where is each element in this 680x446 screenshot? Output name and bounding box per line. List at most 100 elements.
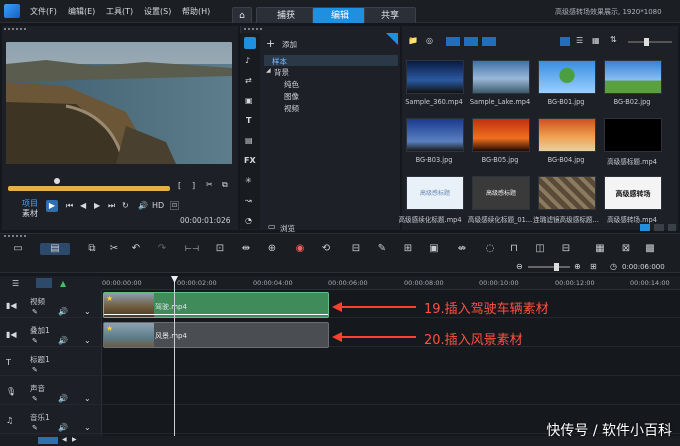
mode-clip[interactable]: 素材 [22,208,38,219]
hd-button[interactable]: HD [152,201,164,210]
tree-item-sample[interactable]: 样本 [272,56,287,67]
panel-option-icon[interactable] [640,224,650,231]
goto-end-icon[interactable]: ⏭ [108,201,115,211]
tree-item-background[interactable]: 背景 [274,67,289,78]
show-audio-icon[interactable] [482,37,496,46]
motion-tracking-icon[interactable]: ⊕ [266,243,278,255]
edit-icon[interactable]: ✎ [32,424,38,432]
prev-frame-icon[interactable]: ◀ [80,201,86,210]
mask-creator-icon[interactable]: ✎ [376,243,388,255]
thumb-title-variant[interactable]: 高级感标题 [406,176,464,210]
thumb-filter-title[interactable] [538,176,596,210]
track-name-overlay[interactable]: 叠加1 [30,325,50,336]
track-name-voice[interactable]: 声音 [30,383,45,394]
panel-grip-timeline[interactable] [4,235,28,237]
fit-timeline-icon[interactable]: ⊞ [590,262,597,271]
menu-help[interactable]: 帮助(H) [182,6,210,17]
thumb-title-advanced[interactable] [604,118,662,152]
graphics-icon[interactable]: ▣ [245,96,253,105]
redo-icon[interactable]: ↷ [156,243,168,255]
tree-item-video[interactable]: 视频 [284,103,299,114]
detail-view-icon[interactable]: ▦ [592,36,600,45]
browse-icon[interactable]: ▭ [268,222,276,231]
speed-icon[interactable]: ◔ [245,216,252,225]
thumb-bg-b03[interactable] [406,118,464,152]
path-icon[interactable]: ✳ [245,176,252,185]
zoom-out-icon[interactable]: ⊖ [516,262,523,271]
project-duration[interactable]: 0:00:06:000 [622,263,665,271]
zoom-in-icon[interactable]: ⊕ [574,262,581,271]
panel-option-icon[interactable] [668,224,676,231]
next-frame-icon[interactable]: ▶ [94,201,100,210]
record-capture-icon[interactable]: ⊢⊣ [182,243,202,255]
dropdown-icon[interactable]: ⌄ [84,423,91,432]
home-tab[interactable]: ⌂ [232,7,252,23]
stabilize-icon[interactable]: ⊠ [620,243,632,255]
cut-icon[interactable]: ✂ [206,180,213,189]
folder-icon[interactable]: 📁 [408,36,418,45]
clip-overlay-scenery[interactable]: ★ [103,322,329,348]
scroll-right-icon[interactable]: ▶ [72,436,77,443]
split-screen-icon[interactable]: ▣ [428,243,440,255]
track-visible-icon[interactable] [36,278,52,288]
track-name-music[interactable]: 音乐1 [30,412,50,423]
timeline-view-icon[interactable]: ▤ [40,243,70,255]
dropdown-icon[interactable]: ⌄ [84,394,91,403]
menu-file[interactable]: 文件(F) [30,6,57,17]
edit-icon[interactable]: ✎ [32,395,38,403]
thumb-size-slider[interactable] [628,41,672,43]
snap-icon[interactable]: ▦ [594,243,606,255]
title-icon[interactable]: T [246,116,251,125]
fit-project-icon[interactable]: ◫ [534,243,546,255]
menu-settings[interactable]: 设置(S) [144,6,171,17]
mixer-icon[interactable]: ⊡ [214,243,226,255]
media-icon[interactable] [244,37,256,49]
track-name-title[interactable]: 标题1 [30,354,50,365]
thumb-sample-360[interactable] [406,60,464,94]
clip-video-driving[interactable]: ★ [103,292,329,318]
add-folder-label[interactable]: 添加 [282,39,297,50]
goto-start-icon[interactable]: ⏮ [66,201,73,211]
thumb-bg-b01[interactable] [538,60,596,94]
tree-expand-icon[interactable]: ◢ [266,67,271,74]
edit-icon[interactable]: ✎ [32,366,38,374]
add-icon[interactable]: + [266,37,275,50]
scroll-thumb[interactable] [38,437,58,444]
mute-icon[interactable]: 🔊 [58,394,68,403]
speed-adjust-icon[interactable]: ◌ [484,243,496,255]
playhead[interactable] [174,282,175,436]
zoom-handle[interactable] [554,263,559,271]
track-name-video[interactable]: 视频 [30,296,45,307]
list-view-icon[interactable]: ☰ [576,36,583,45]
thumb-bg-b04[interactable] [538,118,596,152]
all-tracks-icon[interactable]: ☰ [12,279,19,288]
transition-icon[interactable]: ⇄ [245,76,252,85]
render-icon[interactable]: ▩ [644,243,656,255]
panel-grip-library[interactable] [244,28,264,30]
zoom-slider[interactable] [528,266,570,268]
audio-ducking-icon[interactable]: ⊟ [560,243,572,255]
record-icon[interactable]: ◎ [426,36,433,45]
repeat-icon[interactable]: ↻ [122,201,129,210]
play-button[interactable]: ▶ [46,200,58,212]
mute-icon[interactable]: 🔊 [58,307,68,316]
color-grading-icon[interactable]: ⊓ [508,243,520,255]
menu-edit[interactable]: 编辑(E) [68,6,95,17]
thumb-sample-lake[interactable] [472,60,530,94]
motion-icon[interactable]: ↝ [245,196,252,205]
edit-icon[interactable]: ✎ [32,308,38,316]
pan-zoom-icon[interactable]: ⊞ [402,243,414,255]
sort-icon[interactable]: ⇅ [610,35,617,44]
3d-title-icon[interactable]: ⇎ [456,243,468,255]
scrub-bar[interactable] [8,186,170,191]
aspect-button[interactable]: ⊡ [170,201,180,210]
overlay-icon[interactable]: ▤ [245,136,253,145]
panel-option-icon[interactable] [654,224,664,231]
scroll-left-icon[interactable]: ◀ [62,436,67,443]
mute-icon[interactable]: 🔊 [58,336,68,345]
auto-music-icon[interactable]: ⇹ [240,243,252,255]
dropdown-icon[interactable]: ⌄ [84,336,91,345]
volume-icon[interactable]: 🔊 [138,201,148,210]
storyboard-view-icon[interactable]: ▭ [12,243,24,255]
thumb-size-handle[interactable] [644,38,649,46]
